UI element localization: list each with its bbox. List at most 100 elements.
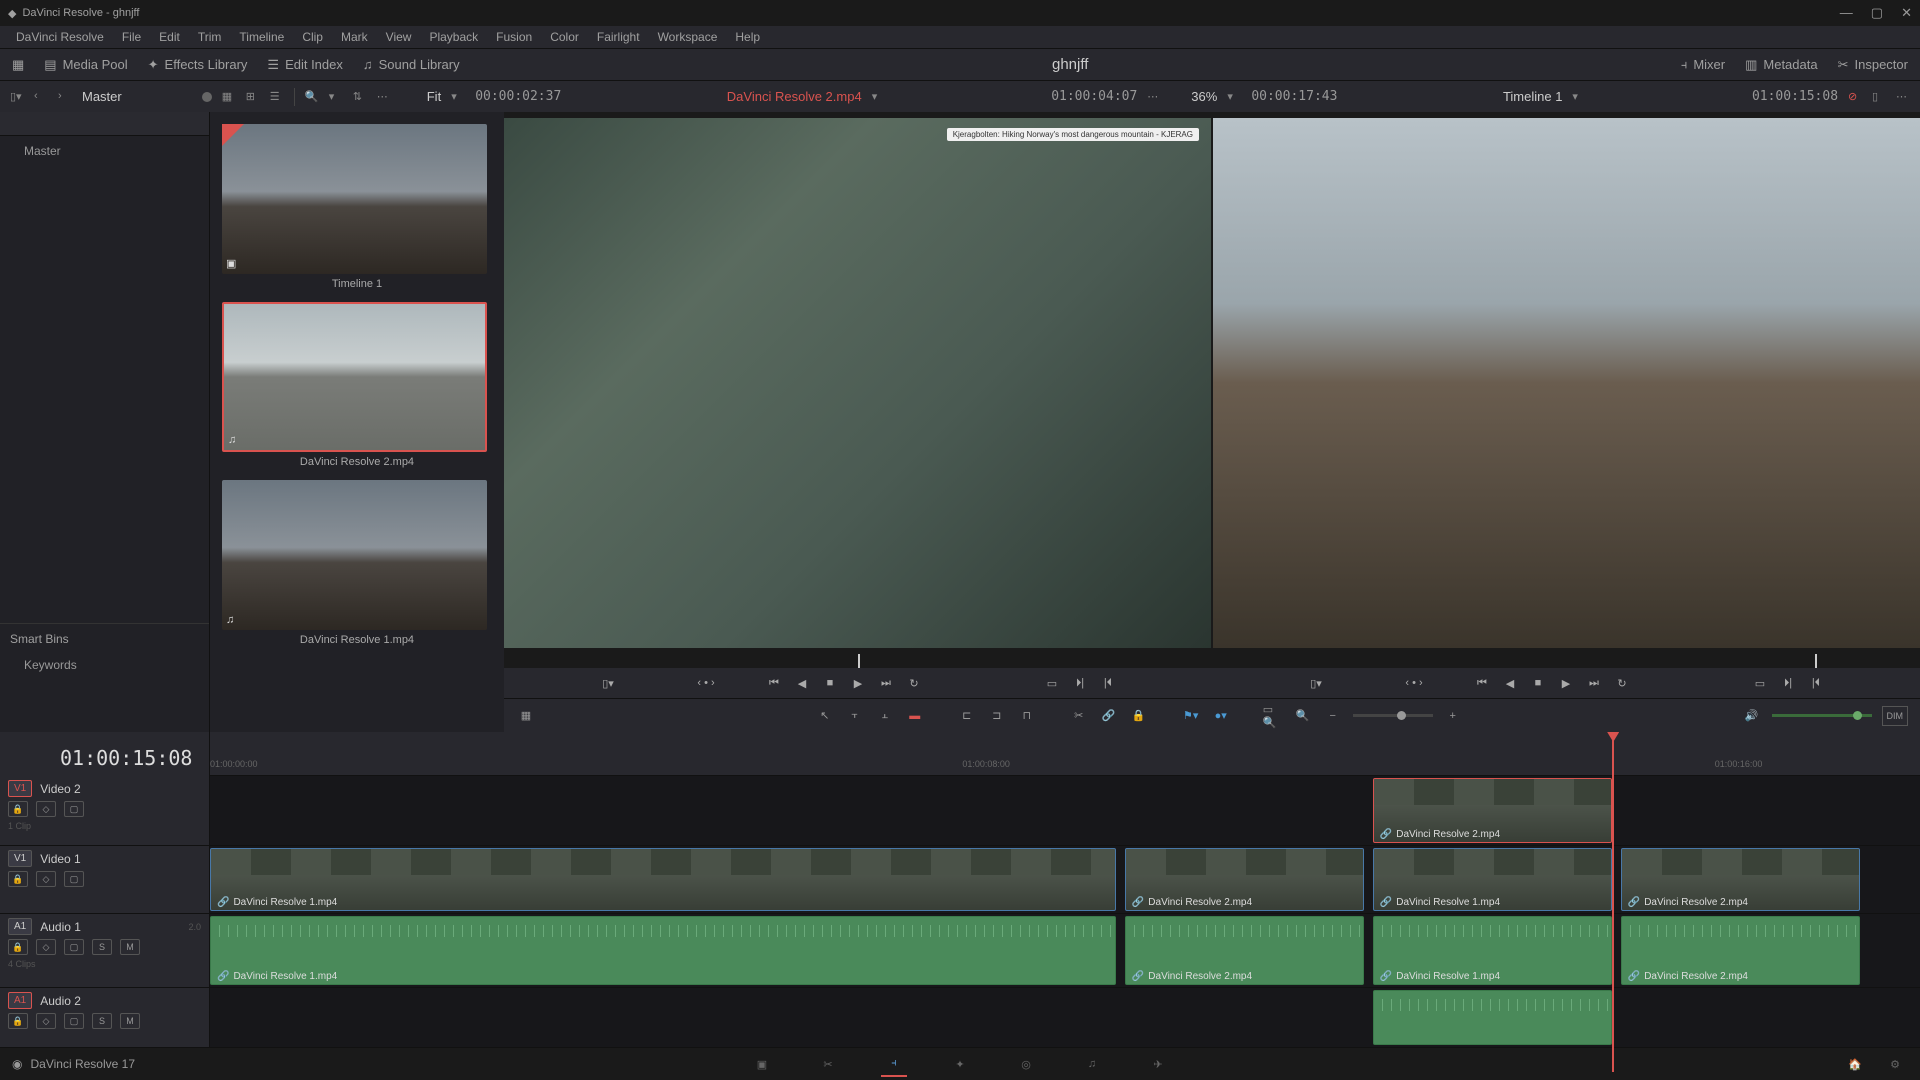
tl-loop-icon[interactable]: ↻ [1613,674,1631,692]
menu-workspace[interactable]: Workspace [650,27,726,47]
tl-stop-icon[interactable]: ■ [1529,674,1547,692]
nav-back-icon[interactable]: ‹ [34,90,48,104]
close-button[interactable]: ✕ [1901,5,1912,21]
tl-next-icon[interactable]: ⏭ [1585,674,1603,692]
fairlight-page-icon[interactable]: ♫ [1079,1051,1105,1077]
mixer-button[interactable]: ⫞ Mixer [1681,57,1725,73]
dim-button[interactable]: DIM [1882,706,1909,726]
timeline-dropdown-icon[interactable]: ▾ [1572,90,1586,104]
source-viewer[interactable]: Kjeragbolten: Hiking Norway's most dange… [504,118,1211,648]
timeline-viewer[interactable] [1213,118,1920,648]
zoom-range-icon[interactable]: ▭🔍 [1263,706,1283,726]
selection-tool-icon[interactable]: ↖ [815,706,835,726]
tl-mark-prev-icon[interactable]: ‹ • › [1405,674,1423,692]
options-icon[interactable]: ⋯ [1896,90,1910,104]
lock-icon[interactable]: 🔒 [1129,706,1149,726]
clip-thumb[interactable]: ▣ [222,124,487,274]
nav-fwd-icon[interactable]: › [58,90,72,104]
timeline-clip[interactable]: 🔗 DaVinci Resolve 1.mp4 [1373,916,1612,985]
timeline-clip[interactable]: 🔗 DaVinci Resolve 2.mp4 [1373,778,1612,843]
inspector-button[interactable]: ✂ Inspector [1838,57,1908,73]
src-next-icon[interactable]: ⏭ [877,674,895,692]
media-pool-button[interactable]: ▤ Media Pool [44,57,127,73]
zoom-slider-plus[interactable]: + [1443,706,1463,726]
master-bin[interactable]: Master [0,140,209,162]
speaker-icon[interactable]: 🔊 [1742,706,1762,726]
link-icon[interactable]: 🔗 [1099,706,1119,726]
color-page-icon[interactable]: ◎ [1013,1051,1039,1077]
volume-slider[interactable] [1772,714,1872,717]
blade-tool-icon[interactable]: ▬ [905,706,925,726]
menu-view[interactable]: View [378,27,420,47]
dynamic-trim-icon[interactable]: ⫠ [875,706,895,726]
menu-color[interactable]: Color [542,27,587,47]
edit-index-button[interactable]: ☰ Edit Index [267,57,342,73]
record-icon[interactable] [202,92,212,102]
filter-icon[interactable]: ▾ [329,90,343,104]
src-first-icon[interactable]: ⏮ [765,674,783,692]
list-view-icon[interactable]: ☰ [270,90,284,104]
src-prev-icon[interactable]: ◀ [793,674,811,692]
media-page-icon[interactable]: ▣ [749,1051,775,1077]
clip-thumb[interactable]: ♫ [222,302,487,452]
timeline-clip[interactable]: 🔗 DaVinci Resolve 1.mp4 [210,916,1116,985]
keywords-bin[interactable]: Keywords [0,654,209,732]
marker-icon[interactable]: ●▾ [1211,706,1231,726]
menu-timeline[interactable]: Timeline [231,27,292,47]
tl-prev-icon[interactable]: ◀ [1501,674,1519,692]
fusion-page-icon[interactable]: ✦ [947,1051,973,1077]
tl-match-icon[interactable]: ▭ [1751,674,1769,692]
smart-bins-header[interactable]: Smart Bins [0,623,209,654]
layout-button[interactable]: ▦ [12,57,24,73]
trim-tool-icon[interactable]: ⫟ [845,706,865,726]
zoom-in-icon[interactable]: 🔍 [1293,706,1313,726]
tl-play-icon[interactable]: ▶ [1557,674,1575,692]
timeline-clip[interactable]: 🔗 DaVinci Resolve 1.mp4 [210,848,1116,911]
src-in-icon[interactable]: ⏵| [1071,674,1089,692]
insert-icon[interactable]: ⊏ [957,706,977,726]
home-icon[interactable]: 🏠 [1842,1051,1868,1077]
src-loop-icon[interactable]: ↻ [905,674,923,692]
search-icon[interactable]: 🔍 [305,90,319,104]
src-out-icon[interactable]: |⏴ [1099,674,1117,692]
flag-icon[interactable]: ⚑▾ [1181,706,1201,726]
maximize-button[interactable]: ▢ [1871,5,1883,21]
zoom-slider-minus[interactable]: − [1323,706,1343,726]
tl-view-icon[interactable]: ▦ [516,706,536,726]
src-match-icon[interactable]: ▭ [1043,674,1061,692]
fit-dropdown-icon[interactable]: ▾ [451,90,465,104]
src-mark-prev-icon[interactable]: ‹ • › [697,674,715,692]
source-more-icon[interactable]: ⋯ [1147,90,1161,104]
tl-out-icon[interactable]: |⏴ [1807,674,1825,692]
razor-icon[interactable]: ✂ [1069,706,1089,726]
timeline-clip[interactable] [1373,990,1612,1045]
overwrite-icon[interactable]: ⊐ [987,706,1007,726]
playhead[interactable] [1612,732,1614,1072]
timeline-tracks-area[interactable]: 01:00:00:0001:00:08:0001:00:16:00 🔗 DaVi… [210,732,1920,1072]
more-icon[interactable]: ⋯ [377,90,391,104]
sound-library-button[interactable]: ♫ Sound Library [363,57,460,72]
timeline-clip[interactable]: 🔗 DaVinci Resolve 2.mp4 [1621,848,1860,911]
edit-page-icon[interactable]: ⫞ [881,1051,907,1077]
zoom-slider[interactable] [1353,714,1433,717]
tl-first-icon[interactable]: ⏮ [1473,674,1491,692]
menu-playback[interactable]: Playback [421,27,486,47]
menu-edit[interactable]: Edit [151,27,188,47]
metadata-button[interactable]: ▥ Metadata [1745,57,1818,73]
minimize-button[interactable]: — [1840,5,1853,21]
effects-library-button[interactable]: ✦ Effects Library [148,57,248,73]
timeline-clip[interactable]: 🔗 DaVinci Resolve 2.mp4 [1621,916,1860,985]
tl-mode-icon[interactable]: ▯▾ [1307,674,1325,692]
thumb-view-icon[interactable]: ▦ [222,90,236,104]
menu-help[interactable]: Help [727,27,768,47]
clip-thumb[interactable]: ♫ [222,480,487,630]
panel-icon[interactable]: ▯▾ [10,90,24,104]
sort-icon[interactable]: ⇅ [353,90,367,104]
fit-label[interactable]: Fit [427,89,441,104]
bypass-icon[interactable]: ⊘ [1848,90,1862,104]
menu-trim[interactable]: Trim [190,27,230,47]
tracks-container[interactable]: 🔗 DaVinci Resolve 2.mp4🔗 DaVinci Resolve… [210,776,1920,1072]
menu-fairlight[interactable]: Fairlight [589,27,648,47]
timeline-clip[interactable]: 🔗 DaVinci Resolve 2.mp4 [1125,916,1364,985]
menu-mark[interactable]: Mark [333,27,376,47]
